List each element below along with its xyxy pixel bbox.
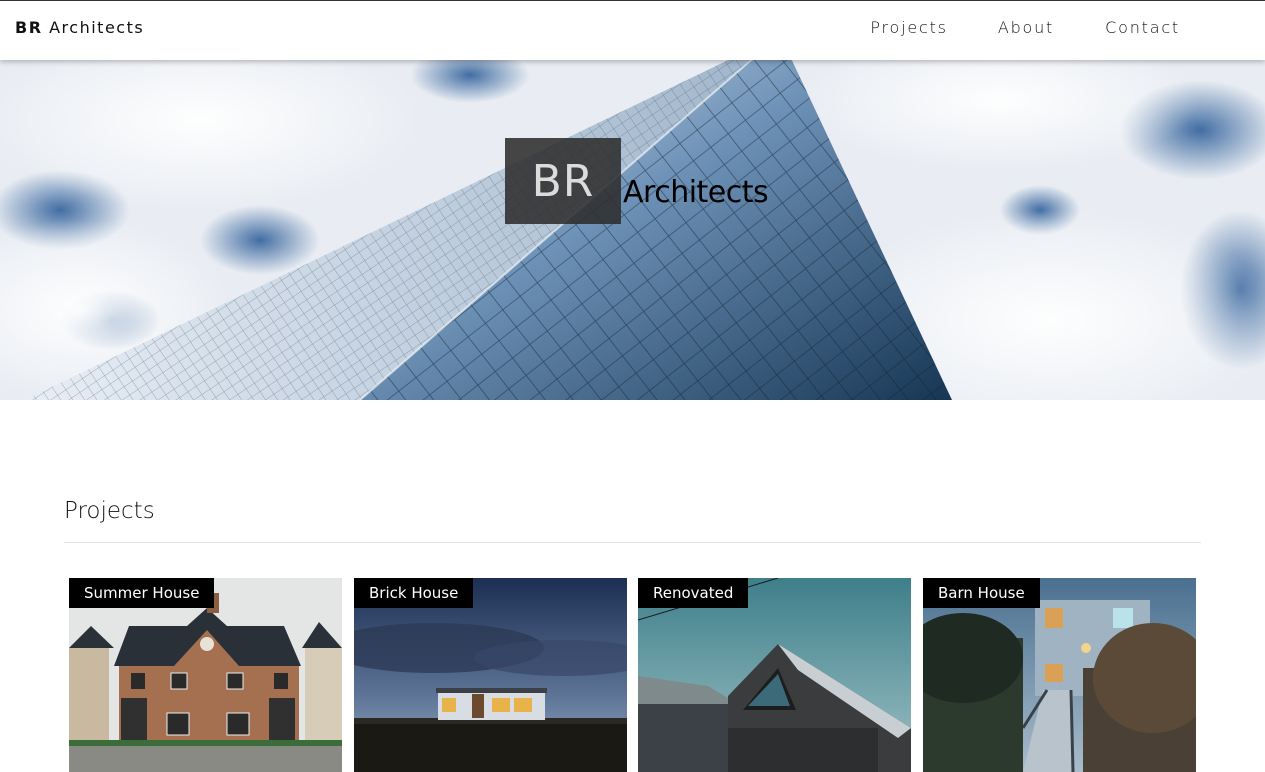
project-card-barn-house[interactable]: Barn House <box>923 578 1196 772</box>
nav-link-projects[interactable]: Projects <box>870 17 970 38</box>
project-label-renovated: Renovated <box>638 578 749 608</box>
projects-heading: Projects <box>64 498 155 524</box>
hero-logo: BR Architects <box>505 138 769 224</box>
hero-logo-badge: BR <box>505 138 621 224</box>
main-nav: Projects About Contact <box>870 17 1230 38</box>
project-label-brick-house: Brick House <box>354 578 474 608</box>
nav-link-about[interactable]: About <box>998 17 1077 38</box>
brand-bold: BR <box>15 18 43 37</box>
brand-text: Architects <box>49 18 145 37</box>
nav-link-contact[interactable]: Contact <box>1105 17 1230 38</box>
projects-divider <box>64 542 1201 543</box>
top-navbar: BR Architects Projects About Contact <box>0 0 1265 60</box>
project-label-summer-house: Summer House <box>69 578 215 608</box>
project-card-brick-house[interactable]: Brick House <box>354 578 627 772</box>
project-card-renovated[interactable]: Renovated <box>638 578 911 772</box>
project-card-summer-house[interactable]: Summer House <box>69 578 342 772</box>
hero-image <box>0 60 1265 400</box>
brand-logo[interactable]: BR Architects <box>15 18 144 37</box>
project-label-barn-house: Barn House <box>923 578 1040 608</box>
hero-banner: BR Architects <box>0 60 1265 400</box>
hero-logo-word: Architects <box>623 175 769 210</box>
